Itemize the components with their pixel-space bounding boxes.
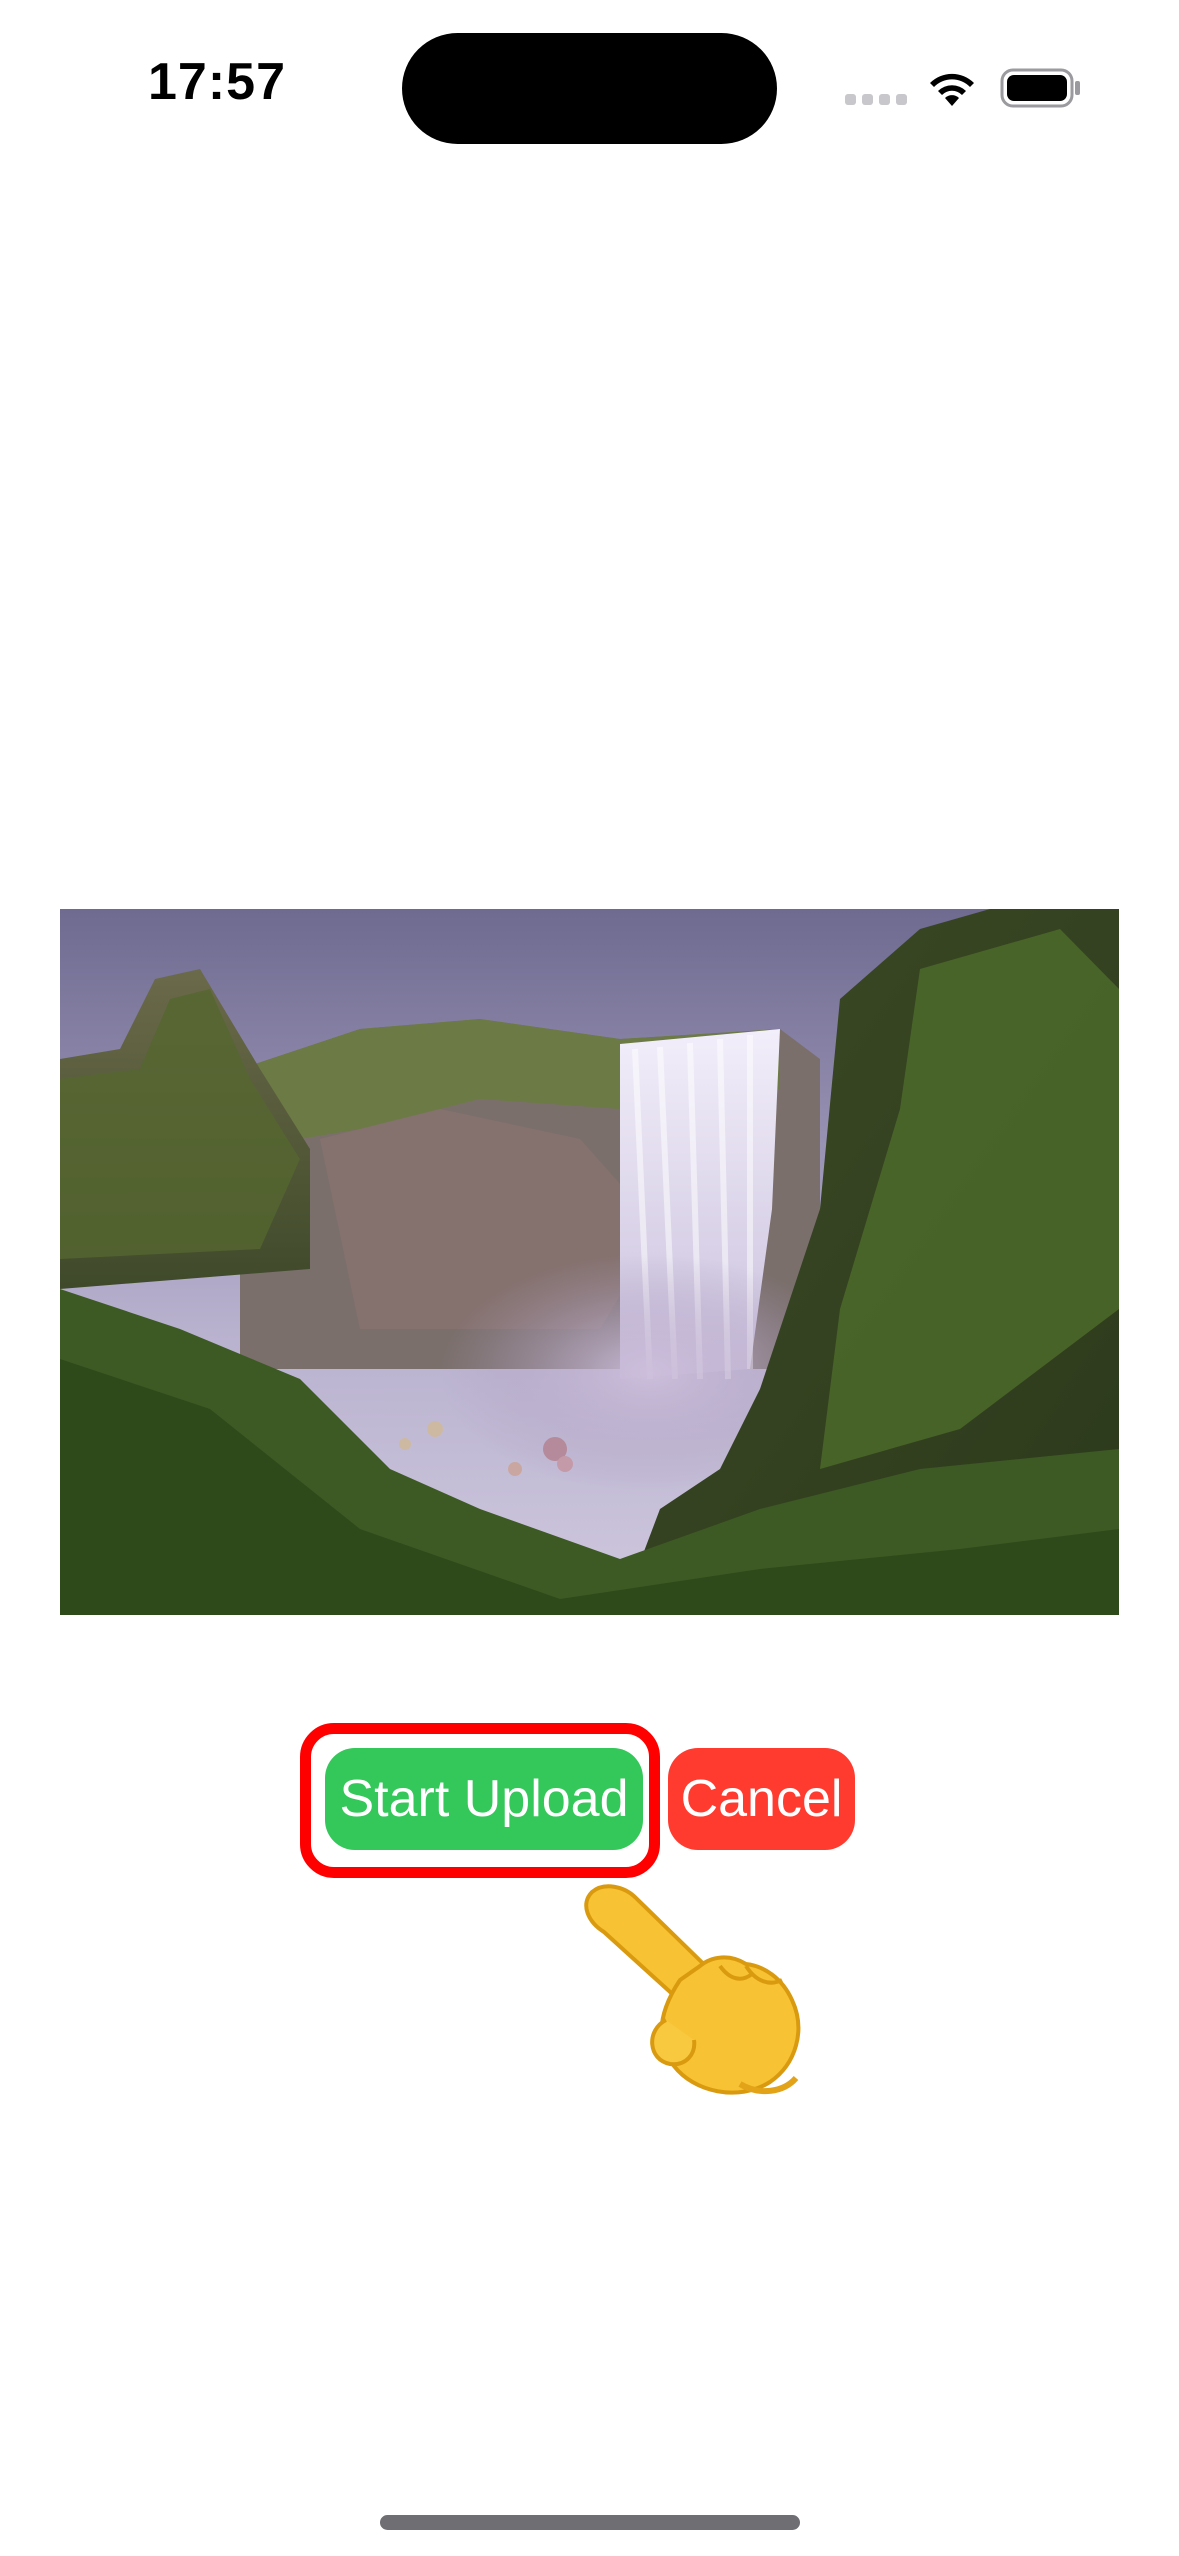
- start-upload-button[interactable]: Start Upload: [325, 1748, 643, 1850]
- pointing-hand-icon: [584, 1884, 801, 2095]
- dynamic-island: [402, 33, 777, 144]
- cancel-button[interactable]: Cancel: [668, 1748, 855, 1850]
- battery-icon: [1000, 68, 1080, 108]
- wifi-icon: [930, 73, 974, 106]
- waterfall-landscape-image: [60, 909, 1119, 1615]
- status-time: 17:57: [148, 53, 286, 111]
- cellular-dots-icon: [845, 94, 907, 105]
- home-indicator: [380, 2515, 800, 2530]
